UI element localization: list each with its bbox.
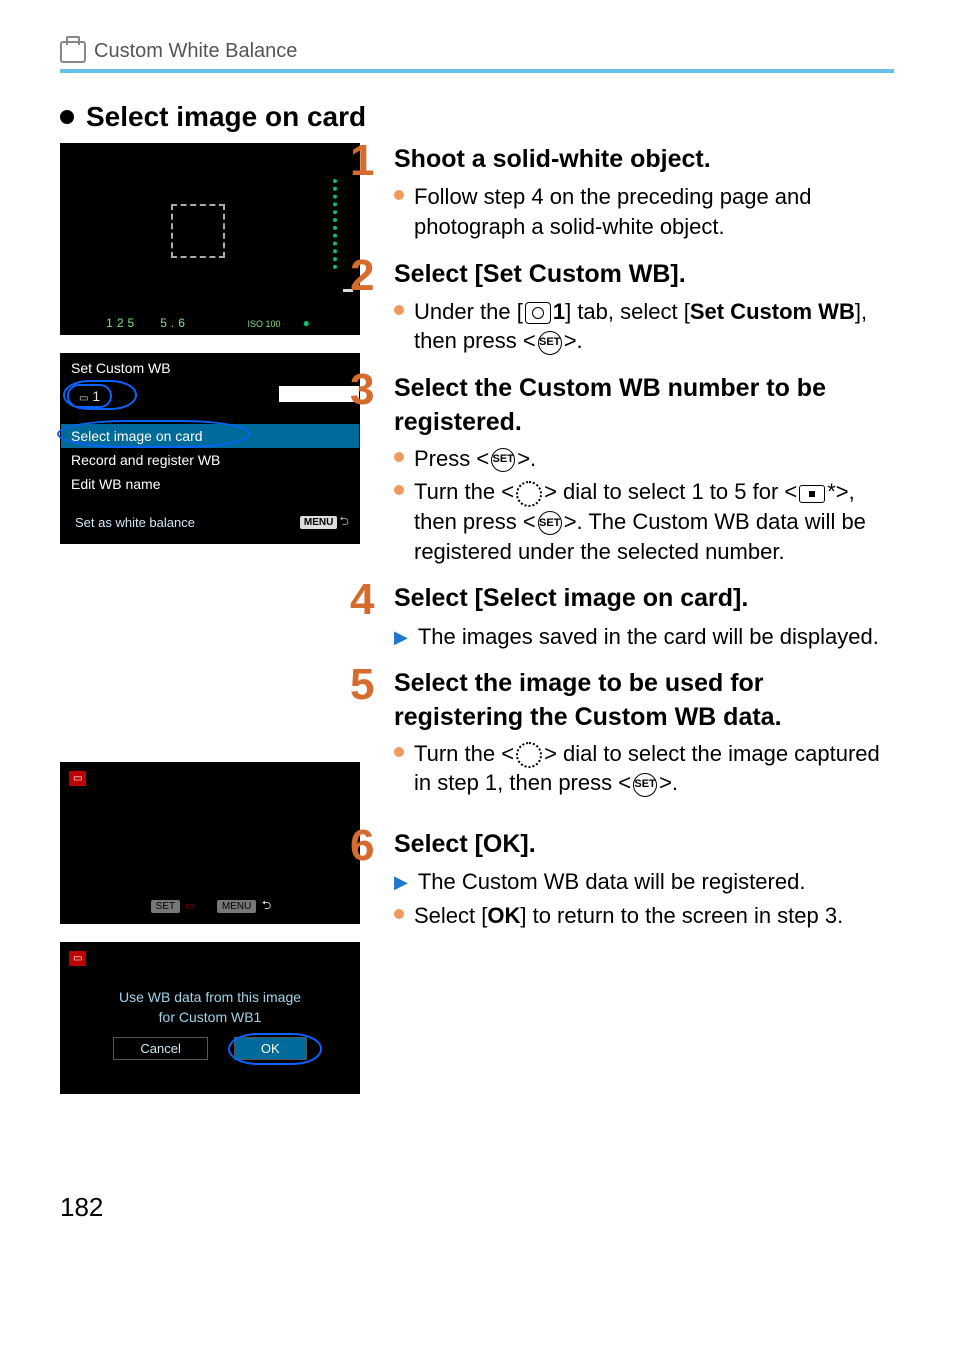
image-select-sim: ▭ SET ▭ MENU ⮌ <box>60 762 360 924</box>
wb-preview <box>279 386 359 402</box>
bullet-icon <box>394 747 404 757</box>
step-6: 6 Select [OK]. ▶ The Custom WB data will… <box>390 828 894 931</box>
aperture-value: 5.6 <box>160 316 189 330</box>
return-icon: ⮌ <box>262 898 272 912</box>
quick-dial-icon <box>516 481 542 507</box>
divider <box>60 69 894 73</box>
step-bullet-text: Press <SET>. <box>414 444 536 474</box>
iso-value: ISO 100 <box>248 319 281 329</box>
bullet-icon <box>394 909 404 919</box>
custom-wb-badge-icon: ▭ <box>69 951 86 966</box>
result-arrow-icon: ▶ <box>394 625 408 652</box>
step-number: 3 <box>350 372 384 407</box>
camera-lcd-shoot-sim: ▬ 125 5.6 ISO 100 ● <box>60 143 360 335</box>
custom-wb-icon <box>799 485 825 503</box>
menu-title: Set Custom WB <box>61 354 359 382</box>
hint-bar: SET ▭ MENU ⮌ <box>61 896 359 917</box>
step-2: 2 Select [Set Custom WB]. Under the [1] … <box>390 258 894 357</box>
menu-item-edit-wb-name[interactable]: Edit WB name <box>61 472 359 496</box>
breadcrumb: Custom White Balance <box>60 40 894 63</box>
dialog-line1: Use WB data from this image <box>61 988 359 1008</box>
set-custom-wb-menu-sim: Set Custom WB ▭ 1 Select image on card R… <box>60 353 360 544</box>
breadcrumb-text: Custom White Balance <box>94 40 297 63</box>
exposure-readout: 125 5.6 ISO 100 ● <box>61 316 359 330</box>
focus-box <box>171 204 225 258</box>
focus-dot-icon: ● <box>303 316 314 330</box>
set-button-icon: SET <box>538 331 562 355</box>
set-button-icon: SET <box>491 448 515 472</box>
step-1: 1 Shoot a solid-white object. Follow ste… <box>390 143 894 242</box>
dialog-message: Use WB data from this image for Custom W… <box>61 943 359 1027</box>
custom-wb-icon <box>60 41 86 63</box>
set-button-icon: SET <box>538 511 562 535</box>
page-number: 182 <box>60 1192 894 1223</box>
step-title-text: Select the Custom WB number to be regist… <box>394 372 894 440</box>
return-icon: ⮌ <box>339 512 349 533</box>
custom-wb-badge-icon: ▭ <box>69 771 86 786</box>
set-button-icon: SET <box>633 773 657 797</box>
callout-circle-icon <box>63 380 137 410</box>
step-title-text: Select [Select image on card]. <box>394 582 748 616</box>
step-bullet-text: Follow step 4 on the preceding page and … <box>414 182 894 241</box>
menu-item-set-as-wb[interactable]: Set as white balance <box>71 515 195 530</box>
step-title-text: Select [OK]. <box>394 828 536 862</box>
step-3: 3 Select the Custom WB number to be regi… <box>390 372 894 566</box>
step-number: 2 <box>350 258 384 293</box>
callout-circle-icon <box>57 420 251 448</box>
menu-label: MENU <box>217 900 256 913</box>
step-number: 1 <box>350 143 384 178</box>
step-number: 5 <box>350 667 384 702</box>
level-gauge <box>333 179 351 269</box>
step-number: 6 <box>350 828 384 863</box>
step-bullet-text: The images saved in the card will be dis… <box>418 622 879 652</box>
step-bullet-text: The Custom WB data will be registered. <box>418 867 806 897</box>
shutter-value: 125 <box>106 316 138 330</box>
bullet-icon <box>394 305 404 315</box>
quick-dial-icon <box>516 742 542 768</box>
custom-wb-badge-icon: ▭ <box>185 901 194 912</box>
set-label: SET <box>151 900 180 913</box>
section-title-text: Select image on card <box>86 101 366 133</box>
menu-label: MENU <box>300 516 337 529</box>
dialog-line2: for Custom WB1 <box>61 1008 359 1028</box>
result-arrow-icon: ▶ <box>394 870 408 897</box>
bullet-icon <box>394 190 404 200</box>
step-title-text: Shoot a solid-white object. <box>394 143 711 177</box>
step-5: 5 Select the image to be used for regist… <box>390 667 894 798</box>
step-bullet-text: Select [OK] to return to the screen in s… <box>414 901 843 931</box>
bullet-icon <box>394 485 404 495</box>
camera-tab-icon <box>525 302 551 324</box>
step-bullet-text: Under the [1] tab, select [Set Custom WB… <box>414 297 894 356</box>
section-title: Select image on card <box>60 101 894 133</box>
step-4: 4 Select [Select image on card]. ▶ The i… <box>390 582 894 651</box>
callout-circle-icon <box>228 1033 322 1065</box>
cancel-button[interactable]: Cancel <box>113 1037 207 1060</box>
step-number: 4 <box>350 582 384 617</box>
step-title-text: Select [Set Custom WB]. <box>394 258 686 292</box>
step-bullet-text: Turn the <> dial to select 1 to 5 for <*… <box>414 477 894 566</box>
confirm-dialog-sim: ▭ Use WB data from this image for Custom… <box>60 942 360 1094</box>
menu-item-select-image[interactable]: Select image on card <box>61 424 359 448</box>
menu-item-record-register[interactable]: Record and register WB <box>61 448 359 472</box>
step-bullet-text: Turn the <> dial to select the image cap… <box>414 739 894 798</box>
step-title-text: Select the image to be used for register… <box>394 667 894 735</box>
bullet-icon <box>394 452 404 462</box>
